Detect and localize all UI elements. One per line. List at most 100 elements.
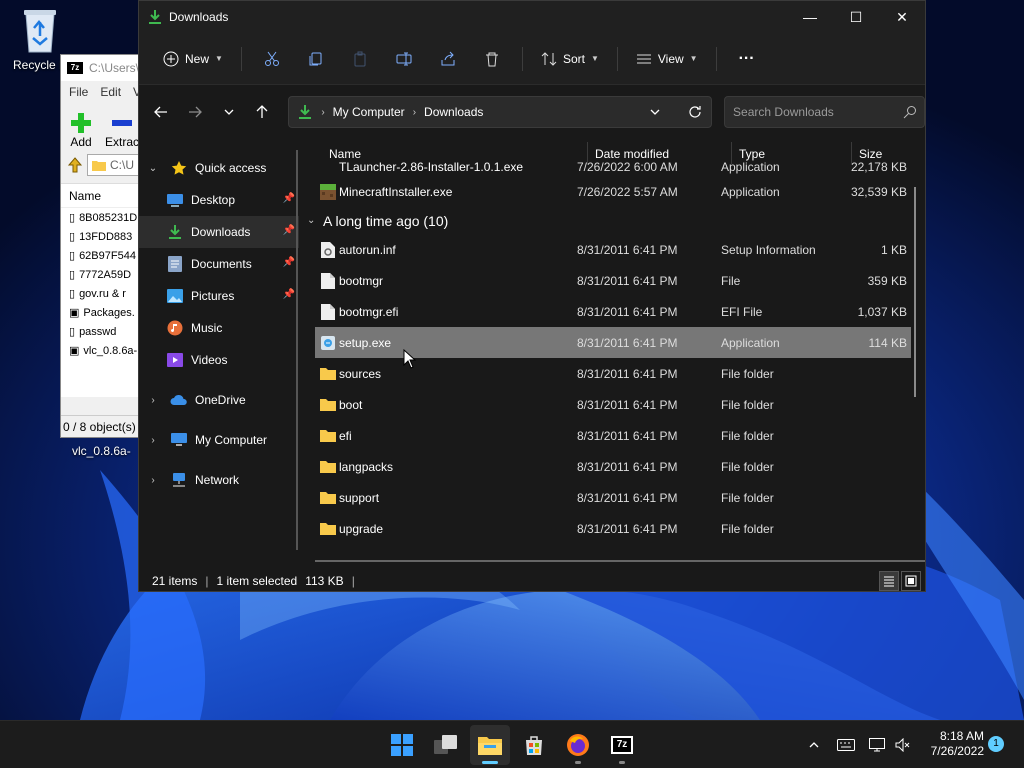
pin-icon[interactable]: 📌	[283, 193, 295, 204]
file-size: 32,539 KB	[850, 184, 907, 199]
pin-icon[interactable]: 📌	[283, 257, 295, 268]
clock[interactable]: 8:18 AM 7/26/2022	[918, 729, 984, 759]
breadcrumb-downloads[interactable]: Downloads	[424, 105, 483, 119]
file-row[interactable]: bootmgr.efi 8/31/2011 6:41 PM EFI File 1…	[315, 296, 911, 327]
notification-badge[interactable]: 1	[988, 736, 1004, 752]
file-row[interactable]: support 8/31/2011 6:41 PM File folder	[315, 482, 911, 513]
nav-item-music[interactable]: Music	[139, 312, 299, 344]
minimize-button[interactable]: —	[787, 1, 833, 33]
7zip-menu-edit[interactable]: Edit	[100, 85, 121, 99]
7zip-column-name[interactable]: Name	[61, 184, 143, 208]
explorer-titlebar[interactable]: Downloads — ☐ ✕	[139, 1, 925, 33]
share-button[interactable]	[428, 41, 468, 77]
nav-quick-access[interactable]: ⌄ Quick access	[139, 152, 299, 184]
forward-button[interactable]	[179, 96, 211, 128]
copy-button[interactable]	[296, 41, 336, 77]
7zip-row[interactable]: ▯ 8B085231D	[61, 208, 143, 227]
file-explorer-window[interactable]: Downloads — ☐ ✕ New ▼ Sort ▼ View ▼ ··· …	[138, 0, 926, 592]
task-view-button[interactable]	[426, 725, 466, 765]
taskbar-firefox[interactable]	[558, 725, 598, 765]
nav-network[interactable]: › Network	[139, 464, 299, 496]
7zip-row[interactable]: ▣ Packages.	[61, 303, 143, 322]
view-button[interactable]: View ▼	[628, 41, 706, 77]
rename-button[interactable]	[384, 41, 424, 77]
taskbar-7zip[interactable]: 7z	[602, 725, 642, 765]
recent-locations-button[interactable]	[213, 96, 245, 128]
breadcrumb-my-computer[interactable]: My Computer	[333, 105, 405, 119]
file-row[interactable]: efi 8/31/2011 6:41 PM File folder	[315, 420, 911, 451]
7zip-row[interactable]: ▯ 7772A59D	[61, 265, 143, 284]
details-view-button[interactable]	[879, 571, 899, 591]
close-button[interactable]: ✕	[879, 1, 925, 33]
up-folder-icon[interactable]	[67, 157, 83, 173]
file-row[interactable]: autorun.inf 8/31/2011 6:41 PM Setup Info…	[315, 234, 911, 265]
new-label: New	[185, 51, 210, 66]
start-button[interactable]	[382, 725, 422, 765]
plus-circle-icon	[163, 51, 179, 66]
chevron-right-icon[interactable]: ›	[139, 435, 167, 446]
status-divider: |	[205, 574, 209, 588]
navigation-scrollbar[interactable]	[296, 150, 298, 550]
address-bar[interactable]: › My Computer › Downloads	[288, 96, 713, 128]
nav-item-downloads[interactable]: Downloads 📌	[139, 216, 299, 248]
chevron-down-icon[interactable]: ⌄	[307, 215, 323, 226]
new-button[interactable]: New ▼	[155, 41, 231, 77]
search-box[interactable]	[724, 96, 925, 128]
back-button[interactable]	[145, 96, 177, 128]
nav-item-documents[interactable]: Documents 📌	[139, 248, 299, 280]
more-options-button[interactable]: ···	[727, 41, 767, 77]
volume-tray-button[interactable]	[895, 721, 911, 768]
tiles-view-button[interactable]	[901, 571, 921, 591]
cut-button[interactable]	[252, 41, 292, 77]
computer-icon	[167, 433, 191, 447]
file-list-vertical-scrollbar[interactable]	[914, 187, 916, 397]
address-row: › My Computer › Downloads	[139, 85, 925, 139]
pin-icon[interactable]: 📌	[283, 289, 295, 300]
7zip-file-list: Name ▯ 8B085231D ▯ 13FDD883 ▯ 62B97F544 ▯ 77…	[61, 183, 143, 397]
7zip-path-input[interactable]: C:\U	[87, 154, 143, 176]
file-row[interactable]: MinecraftInstaller.exe 7/26/2022 5:57 AM…	[315, 176, 911, 207]
file-name: support	[339, 490, 380, 505]
7zip-row[interactable]: ▯ passwd	[61, 322, 143, 341]
chevron-right-icon[interactable]: ›	[139, 395, 167, 406]
nav-my-computer[interactable]: › My Computer	[139, 424, 299, 456]
refresh-button[interactable]	[679, 97, 711, 127]
nav-item-pictures[interactable]: Pictures 📌	[139, 280, 299, 312]
7zip-menu-file[interactable]: File	[69, 85, 88, 99]
nav-onedrive[interactable]: › OneDrive	[139, 384, 299, 416]
file-row[interactable]: boot 8/31/2011 6:41 PM File folder	[315, 389, 911, 420]
7zip-extract-button[interactable]: Extrac	[105, 111, 139, 149]
search-input[interactable]	[733, 105, 896, 119]
7zip-window[interactable]: 7z C:\Users\ File Edit V Add Extrac C:\U…	[60, 54, 144, 438]
7zip-row[interactable]: ▯ gov.ru & r	[61, 284, 143, 303]
file-row[interactable]: upgrade 8/31/2011 6:41 PM File folder	[315, 513, 911, 544]
address-history-button[interactable]	[639, 97, 671, 127]
file-row[interactable]: bootmgr 8/31/2011 6:41 PM File 359 KB	[315, 265, 911, 296]
show-hidden-icons-button[interactable]	[808, 721, 820, 768]
file-name: upgrade	[339, 521, 384, 536]
vlc-desktop-file[interactable]: vlc_0.8.6a-	[72, 444, 148, 458]
pin-icon[interactable]: 📌	[283, 225, 295, 236]
paste-button[interactable]	[340, 41, 380, 77]
delete-button[interactable]	[472, 41, 512, 77]
taskbar-microsoft-store[interactable]	[514, 725, 554, 765]
group-header[interactable]: ⌄ A long time ago (10)	[307, 207, 911, 234]
7zip-add-button[interactable]: Add	[69, 111, 93, 149]
nav-item-videos[interactable]: Videos	[139, 344, 299, 376]
network-tray-button[interactable]	[869, 721, 887, 768]
chevron-right-icon[interactable]: ›	[139, 475, 167, 486]
sort-button[interactable]: Sort ▼	[533, 41, 607, 77]
7zip-row[interactable]: ▯ 62B97F544	[61, 246, 143, 265]
file-row[interactable]: langpacks 8/31/2011 6:41 PM File folder	[315, 451, 911, 482]
7zip-titlebar[interactable]: 7z C:\Users\	[61, 55, 143, 81]
keyboard-input-button[interactable]	[837, 721, 855, 768]
7zip-row[interactable]: ▯ 13FDD883	[61, 227, 143, 246]
chevron-down-icon[interactable]: ⌄	[139, 163, 167, 174]
file-list-horizontal-scrollbar[interactable]	[315, 560, 925, 562]
taskbar-file-explorer[interactable]	[470, 725, 510, 765]
7zip-row[interactable]: ▣ vlc_0.8.6a-	[61, 341, 143, 360]
up-button[interactable]	[246, 96, 278, 128]
file-row[interactable]: TLauncher-2.86-Installer-1.0.1.exe 7/26/…	[315, 158, 911, 176]
maximize-button[interactable]: ☐	[833, 1, 879, 33]
nav-item-desktop[interactable]: Desktop 📌	[139, 184, 299, 216]
